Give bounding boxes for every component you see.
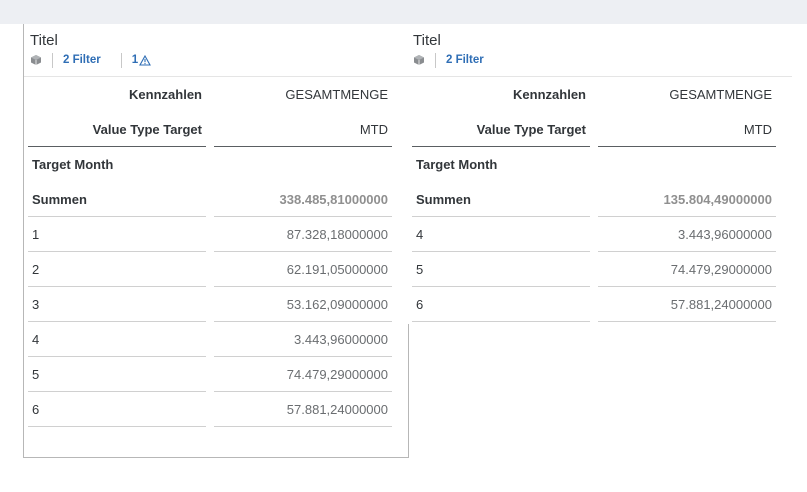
- widget-title: Titel: [413, 32, 441, 49]
- measure-header-value[interactable]: GESAMTMENGE: [214, 77, 392, 112]
- filter-link[interactable]: 2 Filter: [446, 54, 484, 66]
- table-widget-2[interactable]: Titel 2 Filter Kennzahlen GESAMTMENGE Va…: [408, 24, 792, 324]
- value-cell[interactable]: 57.881,24000000: [214, 392, 392, 427]
- table-widget-1[interactable]: Titel 2 Filter 1 Kennzahlen GESAMTMENGE …: [23, 24, 409, 458]
- widget-subheader: 2 Filter: [413, 52, 484, 68]
- month-cell[interactable]: 1: [28, 217, 206, 252]
- month-cell[interactable]: 2: [28, 252, 206, 287]
- value-type-value[interactable]: MTD: [214, 112, 392, 147]
- month-cell[interactable]: 5: [412, 252, 590, 287]
- value-type-label[interactable]: Value Type Target: [412, 112, 590, 147]
- cube-icon: [414, 55, 424, 65]
- filter-link[interactable]: 2 Filter: [63, 54, 101, 66]
- total-value[interactable]: 135.804,49000000: [598, 182, 776, 217]
- warning-count: 1: [131, 54, 139, 66]
- measure-header-label[interactable]: Kennzahlen: [412, 77, 590, 112]
- widget-subheader: 2 Filter 1: [30, 52, 152, 68]
- widget-title: Titel: [30, 32, 58, 49]
- value-cell[interactable]: 62.191,05000000: [214, 252, 392, 287]
- value-cell[interactable]: 3.443,96000000: [214, 322, 392, 357]
- cube-icon: [31, 55, 41, 65]
- total-label[interactable]: Summen: [412, 182, 590, 217]
- month-cell[interactable]: 6: [412, 287, 590, 322]
- month-cell[interactable]: 4: [412, 217, 590, 252]
- value-cell[interactable]: 87.328,18000000: [214, 217, 392, 252]
- measure-header-label[interactable]: Kennzahlen: [28, 77, 206, 112]
- warning-icon: [139, 54, 152, 66]
- separator: [120, 52, 122, 68]
- measure-header-value[interactable]: GESAMTMENGE: [598, 77, 776, 112]
- separator: [52, 52, 53, 68]
- dimension-label[interactable]: Target Month: [412, 147, 590, 182]
- month-cell[interactable]: 4: [28, 322, 206, 357]
- dimension-label[interactable]: Target Month: [28, 147, 206, 182]
- value-cell[interactable]: 57.881,24000000: [598, 287, 776, 322]
- value-type-label[interactable]: Value Type Target: [28, 112, 206, 147]
- value-cell[interactable]: 74.479,29000000: [214, 357, 392, 392]
- total-value[interactable]: 338.485,81000000: [214, 182, 392, 217]
- value-cell[interactable]: 3.443,96000000: [598, 217, 776, 252]
- separator: [435, 52, 436, 68]
- top-strip: [0, 0, 807, 24]
- value-cell[interactable]: 74.479,29000000: [598, 252, 776, 287]
- month-cell[interactable]: 5: [28, 357, 206, 392]
- value-cell[interactable]: 53.162,09000000: [214, 287, 392, 322]
- warning-indicator[interactable]: 1: [131, 54, 152, 66]
- value-type-value[interactable]: MTD: [598, 112, 776, 147]
- month-cell[interactable]: 6: [28, 392, 206, 427]
- month-cell[interactable]: 3: [28, 287, 206, 322]
- total-label[interactable]: Summen: [28, 182, 206, 217]
